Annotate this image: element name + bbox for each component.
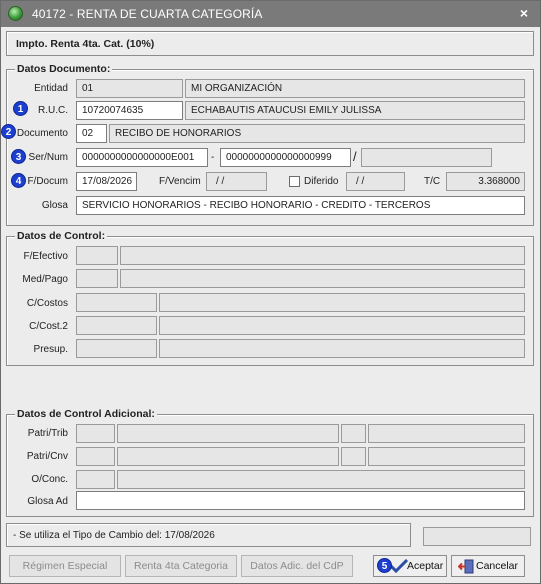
c-costos-code-field[interactable] [76,293,157,312]
close-icon[interactable]: × [520,5,528,21]
patri-cnv-code2-field[interactable] [341,447,366,466]
glosa-ad-label: Glosa Ad [27,496,68,507]
window-title: 40172 - RENTA DE CUARTA CATEGORÍA [32,7,263,21]
c-cost2-code-field[interactable] [76,316,157,335]
ruc-input[interactable]: 10720074635 [76,101,183,120]
glosa-input[interactable]: SERVICIO HONORARIOS - RECIBO HONORARIO -… [76,196,525,215]
med-pago-label: Med/Pago [22,274,68,285]
ser-num-extra-field [361,148,492,167]
c-costos-label: C/Costos [26,298,68,309]
datos-documento-title: Datos Documento: [15,63,113,75]
o-conc-code-field[interactable] [76,470,115,489]
f-docum-label: F/Docum [27,176,68,187]
checkmark-icon [390,559,408,573]
patri-cnv-desc2-field [368,447,525,466]
documento-code-input[interactable]: 02 [76,124,107,143]
med-pago-desc-field [120,269,525,288]
documento-label: Documento [16,128,68,139]
patri-trib-desc2-field [368,424,525,443]
datos-control-title: Datos de Control: [15,230,108,242]
patri-trib-code-field[interactable] [76,424,115,443]
med-pago-code-field[interactable] [76,269,118,288]
datos-adic-cdp-button[interactable]: Datos Adic. del CdP [241,555,353,577]
regimen-especial-button[interactable]: Régimen Especial [9,555,121,577]
renta-4ta-categoria-button[interactable]: Renta 4ta Categoria [125,555,237,577]
o-conc-label: O/Conc. [31,474,68,485]
tc-label: T/C [424,176,441,187]
ser-num-dash: - [211,152,215,163]
patri-cnv-desc-field [117,447,339,466]
presup-code-field[interactable] [76,339,157,358]
f-efectivo-label: F/Efectivo [23,251,68,262]
status-extra-field [423,527,531,546]
entidad-label: Entidad [34,83,68,94]
c-cost2-label: C/Cost.2 [29,321,68,332]
status-box: - Se utiliza el Tipo de Cambio del: 17/0… [6,523,411,547]
diferido-checkbox[interactable] [289,176,300,187]
patri-trib-desc-field [117,424,339,443]
ser-num-label: Ser/Num [28,152,68,163]
glosa-ad-input[interactable] [76,491,525,510]
f-vencim-field[interactable]: / / [206,172,267,191]
patri-cnv-code-field[interactable] [76,447,115,466]
entidad-code-field: 01 [76,79,183,98]
glosa-label: Glosa [41,200,68,211]
status-text: - Se utiliza el Tipo de Cambio del: 17/0… [13,530,215,541]
ruc-label: R.U.C. [38,105,68,116]
patri-cnv-label: Patri/Cnv [26,451,68,462]
f-docum-input[interactable]: 17/08/2026 [76,172,137,191]
tax-header-box: Impto. Renta 4ta. Cat. (10%) [6,31,534,56]
diferido-label: Diferido [304,176,339,187]
f-vencim-label: F/Vencim [159,176,201,187]
cancelar-button[interactable]: Cancelar [451,555,525,577]
datos-control-adicional-title: Datos de Control Adicional: [15,408,157,420]
documento-name-field: RECIBO DE HONORARIOS [109,124,525,143]
f-efectivo-code-field[interactable] [76,246,118,265]
patri-trib-label: Patri/Trib [27,428,68,439]
entidad-name-field: MI ORGANIZACIÓN [185,79,525,98]
numero-input[interactable]: 0000000000000000999 [220,148,351,167]
tax-header-text: Impto. Renta 4ta. Cat. (10%) [16,38,155,50]
c-cost2-desc-field [159,316,525,335]
presup-label: Presup. [33,344,68,355]
cancelar-label: Cancelar [476,560,519,572]
aceptar-label: Aceptar [407,560,444,572]
diferido-date-field[interactable]: / / [346,172,405,191]
ser-num-slash: / [353,149,357,164]
app-logo-icon [8,6,23,21]
o-conc-desc-field [117,470,525,489]
renta-cuarta-window: 40172 - RENTA DE CUARTA CATEGORÍA × Impt… [0,0,541,584]
presup-desc-field [159,339,525,358]
f-efectivo-desc-field [120,246,525,265]
c-costos-desc-field [159,293,525,312]
step-badge-5: 5 [377,558,392,573]
patri-trib-code2-field[interactable] [341,424,366,443]
ruc-name-field: ECHABAUTIS ATAUCUSI EMILY JULISSA [185,101,525,120]
title-bar: 40172 - RENTA DE CUARTA CATEGORÍA × [1,1,540,27]
serie-input[interactable]: 0000000000000000E001 [76,148,208,167]
exit-door-icon [458,559,474,574]
tc-field: 3.368000 [446,172,525,191]
